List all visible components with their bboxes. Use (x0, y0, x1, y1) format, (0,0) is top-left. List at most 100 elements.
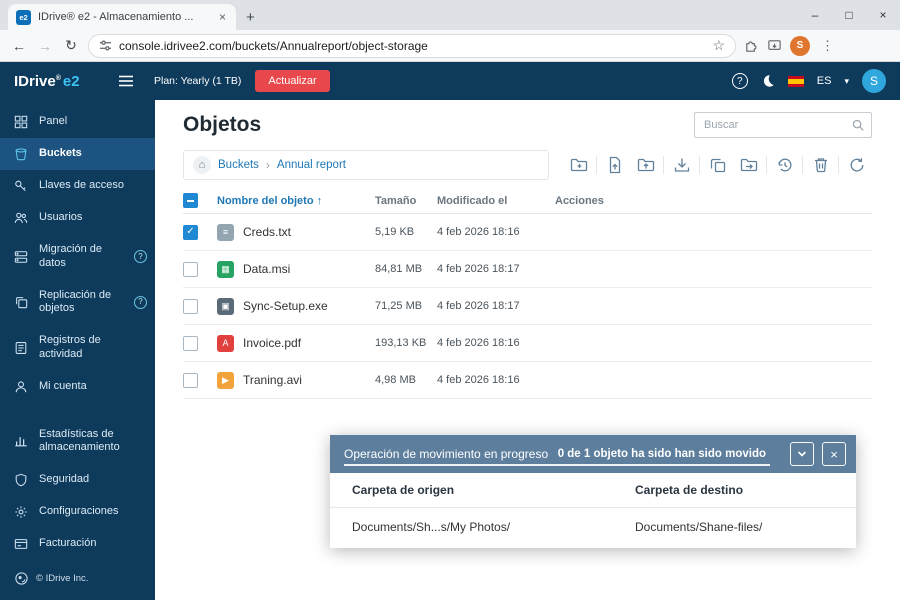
key-icon (14, 179, 29, 193)
delete-icon[interactable] (805, 154, 836, 176)
dest-folder-header: Carpeta de destino (635, 483, 856, 497)
move-panel-title: Operación de movimiento en progreso (344, 447, 548, 461)
back-button[interactable]: ← (10, 38, 28, 54)
chevron-down-icon (796, 448, 808, 460)
upload-file-icon[interactable] (599, 154, 630, 176)
home-icon[interactable]: ⌂ (193, 156, 211, 174)
row-checkbox[interactable]: ✓ (183, 299, 198, 314)
object-toolbar (563, 154, 872, 176)
language-selector[interactable]: ES (817, 75, 832, 87)
sidebar-item-settings[interactable]: Configuraciones (0, 496, 155, 528)
maximize-button[interactable]: □ (832, 0, 866, 30)
help-icon[interactable]: ? (134, 296, 147, 309)
browser-tab[interactable]: e2 IDrive® e2 - Almacenamiento ... × (8, 4, 236, 30)
plan-label: Plan: Yearly (1 TB) (154, 75, 241, 87)
sidebar-item-users[interactable]: Usuarios (0, 202, 155, 234)
minimize-button[interactable]: – (798, 0, 832, 30)
address-bar[interactable]: console.idrivee2.com/buckets/Annualrepor… (88, 34, 736, 58)
row-checkbox[interactable]: ✓ (183, 336, 198, 351)
row-checkbox[interactable]: ✓ (183, 373, 198, 388)
table-row[interactable]: ✓ AInvoice.pdf 193,13 KB 4 feb 2026 18:1… (183, 325, 872, 362)
url-text: console.idrivee2.com/buckets/Annualrepor… (119, 39, 428, 53)
sidebar-item-data-migration[interactable]: Migración de datos ? (0, 234, 155, 280)
table-header: Nombre del objeto ↑ Tamaño Modificado el… (183, 188, 872, 214)
search-icon (851, 118, 865, 132)
object-size: 193,13 KB (375, 337, 437, 349)
sidebar-item-buckets[interactable]: Buckets (0, 138, 155, 170)
column-header-size[interactable]: Tamaño (375, 195, 437, 207)
browser-profile-avatar[interactable]: S (790, 36, 810, 56)
bookmark-star-icon[interactable]: ☆ (712, 37, 725, 54)
help-icon[interactable]: ? (732, 73, 748, 89)
window-controls: – □ × (798, 0, 900, 30)
sidebar-item-access-keys[interactable]: Llaves de acceso (0, 170, 155, 202)
move-panel-status: 0 de 1 objeto ha sido han sido movido (558, 448, 766, 460)
page-title: Objetos (183, 113, 261, 137)
source-folder-header: Carpeta de origen (352, 483, 635, 497)
header-actions: ? ES ▾ S (732, 69, 900, 93)
browser-toolbar: ← → ↻ console.idrivee2.com/buckets/Annua… (0, 30, 900, 62)
activity-log-icon (14, 341, 29, 355)
account-icon (14, 380, 29, 394)
dark-mode-icon[interactable] (761, 74, 775, 88)
row-checkbox[interactable]: ✓ (183, 262, 198, 277)
help-icon[interactable]: ? (134, 250, 147, 263)
site-info-icon[interactable] (99, 39, 112, 52)
sidebar-item-security[interactable]: Seguridad (0, 464, 155, 496)
sidebar-item-panel[interactable]: Panel (0, 106, 155, 138)
collapse-panel-button[interactable] (790, 442, 814, 466)
create-folder-icon[interactable] (563, 154, 594, 176)
refresh-icon[interactable] (841, 154, 872, 176)
app-header: IDrive®e2 Plan: Yearly (1 TB) Actualizar… (0, 62, 900, 100)
breadcrumb-current[interactable]: Annual report (277, 159, 346, 171)
copy-icon[interactable] (702, 154, 733, 176)
object-modified: 4 feb 2026 18:17 (437, 263, 555, 275)
object-modified: 4 feb 2026 18:16 (437, 226, 555, 238)
table-row[interactable]: ✓ ≡Creds.txt 5,19 KB 4 feb 2026 18:16 (183, 214, 872, 251)
download-icon[interactable] (666, 154, 697, 176)
restore-history-icon[interactable] (769, 154, 800, 176)
txt-file-icon: ≡ (217, 224, 234, 241)
upgrade-button[interactable]: Actualizar (255, 70, 329, 92)
move-operation-panel: Operación de movimiento en progreso 0 de… (330, 435, 856, 548)
pdf-file-icon: A (217, 335, 234, 352)
menu-icon[interactable] (118, 74, 134, 88)
breadcrumb-root[interactable]: Buckets (218, 159, 259, 171)
reload-button[interactable]: ↻ (62, 37, 80, 54)
tab-close-icon[interactable]: × (217, 10, 228, 24)
new-tab-button[interactable]: + (246, 9, 255, 26)
column-header-name[interactable]: Nombre del objeto ↑ (217, 195, 375, 207)
idrive-mark-icon (14, 571, 29, 586)
chevron-down-icon[interactable]: ▾ (844, 76, 849, 87)
column-header-modified[interactable]: Modificado el (437, 195, 555, 207)
table-row[interactable]: ✓ ▶Traning.avi 4,98 MB 4 feb 2026 18:16 (183, 362, 872, 399)
sidebar-footer: © IDrive Inc. (0, 561, 155, 600)
row-checkbox[interactable]: ✓ (183, 225, 198, 240)
object-size: 71,25 MB (375, 300, 437, 312)
close-button[interactable]: × (866, 0, 900, 30)
user-avatar[interactable]: S (862, 69, 886, 93)
object-size: 84,81 MB (375, 263, 437, 275)
close-panel-button[interactable]: × (822, 442, 846, 466)
copyright-text: © IDrive Inc. (36, 573, 88, 584)
sidebar-item-my-account[interactable]: Mi cuenta (0, 371, 155, 403)
object-name: Sync-Setup.exe (243, 299, 328, 313)
upload-folder-icon[interactable] (630, 154, 661, 176)
shield-icon (14, 473, 29, 487)
browser-menu-icon[interactable]: ⋮ (818, 38, 837, 54)
move-panel-header: Operación de movimiento en progreso 0 de… (330, 435, 856, 473)
sidebar-item-activity-logs[interactable]: Registros de actividad (0, 325, 155, 371)
search-input[interactable] (694, 112, 872, 138)
select-all-checkbox[interactable] (183, 193, 198, 208)
extensions-puzzle-icon[interactable] (744, 38, 759, 53)
table-row[interactable]: ✓ ▦Data.msi 84,81 MB 4 feb 2026 18:17 (183, 251, 872, 288)
chevron-right-icon: › (266, 158, 270, 172)
move-icon[interactable] (733, 154, 764, 176)
sidebar-item-storage-stats[interactable]: Estadísticas de almacenamiento (0, 419, 155, 465)
sidebar-item-object-replication[interactable]: Replicación de objetos ? (0, 280, 155, 326)
table-row[interactable]: ✓ ▣Sync-Setup.exe 71,25 MB 4 feb 2026 18… (183, 288, 872, 325)
browser-tools-icon[interactable] (767, 38, 782, 53)
forward-button[interactable]: → (36, 38, 54, 54)
sidebar-item-billing[interactable]: Facturación (0, 528, 155, 560)
idrive-e2-logo[interactable]: IDrive®e2 (0, 73, 118, 90)
